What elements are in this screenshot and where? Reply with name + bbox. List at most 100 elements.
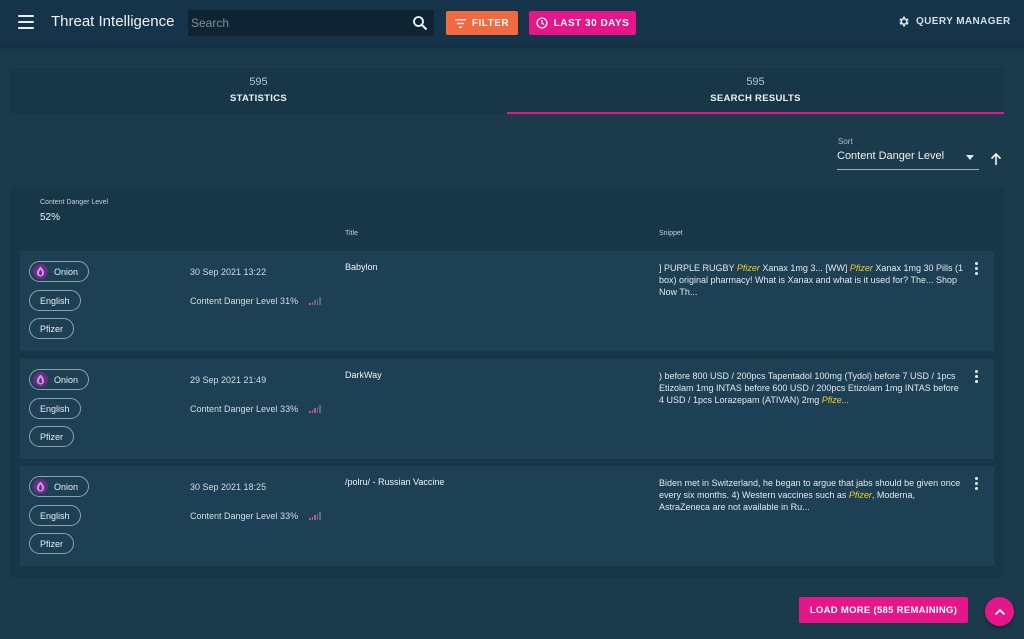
app-title: Threat Intelligence bbox=[51, 13, 175, 30]
onion-icon bbox=[33, 372, 48, 387]
onion-icon bbox=[33, 479, 48, 494]
search-input[interactable] bbox=[188, 10, 408, 36]
date-range-button[interactable]: LAST 30 DAYS bbox=[529, 11, 636, 35]
signal-bars-icon bbox=[309, 297, 321, 305]
result-row[interactable]: Onion English Pfizer 29 Sep 2021 21:49 C… bbox=[20, 359, 994, 459]
result-title[interactable]: /polru/ - Russian Vaccine bbox=[345, 477, 444, 487]
language-chip[interactable]: English bbox=[29, 505, 81, 526]
scroll-to-top-button[interactable] bbox=[985, 597, 1014, 626]
sort-value: Content Danger Level bbox=[837, 150, 945, 162]
snippet-text: ) before 800 USD / 200pcs Tapentadol 100… bbox=[659, 371, 959, 405]
menu-icon[interactable] bbox=[18, 15, 34, 29]
signal-bar bbox=[314, 515, 316, 520]
sort-select[interactable]: Content Danger Level bbox=[837, 150, 979, 170]
entity-label: Pfizer bbox=[40, 538, 64, 549]
onion-icon bbox=[33, 264, 48, 279]
query-manager-button[interactable]: QUERY MANAGER bbox=[897, 15, 1011, 28]
signal-bars-icon bbox=[309, 512, 321, 520]
result-title[interactable]: Babylon bbox=[345, 262, 378, 272]
language-chip[interactable]: English bbox=[29, 290, 81, 311]
clock-icon bbox=[536, 17, 548, 29]
result-row[interactable]: Onion English Pfizer 30 Sep 2021 13:22 C… bbox=[20, 251, 994, 351]
chevron-down-icon bbox=[966, 155, 974, 160]
signal-bar bbox=[311, 516, 314, 520]
results-panel: Content Danger Level 52% Title Snippet O… bbox=[10, 187, 1004, 578]
signal-bar bbox=[309, 303, 311, 305]
more-vert-icon[interactable] bbox=[975, 370, 979, 384]
danger-level: Content Danger Level 33% bbox=[190, 404, 321, 414]
source-chip[interactable]: Onion bbox=[29, 369, 90, 390]
arrow-up-icon[interactable] bbox=[989, 152, 1003, 166]
load-more-label: LOAD MORE (585 REMAINING) bbox=[809, 604, 958, 616]
filter-button[interactable]: FILTER bbox=[446, 11, 518, 35]
entity-chip[interactable]: Pfizer bbox=[29, 318, 75, 339]
search-term-highlight: Pfizer bbox=[848, 490, 872, 500]
signal-bars-icon bbox=[309, 405, 321, 413]
entity-label: Pfizer bbox=[40, 431, 64, 442]
filter-icon bbox=[454, 18, 466, 28]
result-snippet: Biden met in Switzerland, he began to ar… bbox=[659, 477, 964, 513]
column-header-snippet: Snippet bbox=[659, 230, 683, 237]
load-more-button[interactable]: LOAD MORE (585 REMAINING) bbox=[799, 597, 968, 623]
signal-bar bbox=[319, 297, 321, 305]
tab-count: 595 bbox=[249, 76, 268, 88]
signal-bar bbox=[319, 512, 321, 520]
danger-label: Content Danger Level 33% bbox=[190, 404, 299, 414]
search-term-highlight: Pfizer bbox=[736, 263, 760, 273]
query-manager-label: QUERY MANAGER bbox=[916, 16, 1011, 27]
sort-label: Sort bbox=[838, 137, 853, 146]
tab-search-results[interactable]: 595 SEARCH RESULTS bbox=[507, 68, 1004, 114]
column-header-title: Title bbox=[345, 230, 358, 237]
danger-label: Content Danger Level 33% bbox=[190, 511, 299, 521]
source-chip[interactable]: Onion bbox=[29, 261, 90, 282]
chevron-up-icon bbox=[994, 608, 1005, 615]
view-tabs: 595 STATISTICS 595 SEARCH RESULTS bbox=[10, 68, 1004, 114]
search-icon[interactable] bbox=[412, 15, 428, 31]
signal-bar bbox=[316, 298, 319, 305]
more-vert-icon[interactable] bbox=[975, 262, 979, 276]
gear-icon bbox=[899, 16, 909, 27]
search-box bbox=[188, 10, 434, 36]
signal-bar bbox=[311, 409, 314, 413]
tab-label: SEARCH RESULTS bbox=[710, 93, 801, 104]
danger-label: Content Danger Level 31% bbox=[190, 296, 299, 306]
danger-level: Content Danger Level 31% bbox=[190, 296, 321, 306]
entity-label: Pfizer bbox=[40, 323, 64, 334]
summary-heading: Content Danger Level bbox=[40, 199, 109, 206]
language-chip[interactable]: English bbox=[29, 398, 81, 419]
result-snippet: ] PURPLE RUGBY Pfizer Xanax 1mg 3... [WW… bbox=[659, 262, 964, 298]
tab-count: 595 bbox=[746, 76, 765, 88]
signal-bar bbox=[314, 408, 316, 413]
language-label: English bbox=[40, 403, 70, 414]
result-title[interactable]: DarkWay bbox=[345, 370, 382, 380]
source-label: Onion bbox=[54, 374, 79, 385]
summary-value: 52% bbox=[40, 212, 61, 223]
result-date: 29 Sep 2021 21:49 bbox=[190, 375, 267, 385]
result-row[interactable]: Onion English Pfizer 30 Sep 2021 18:25 C… bbox=[20, 466, 994, 566]
search-term-highlight: Pfize... bbox=[821, 395, 850, 405]
more-vert-icon[interactable] bbox=[975, 477, 979, 491]
snippet-text: ] PURPLE RUGBY bbox=[659, 263, 737, 273]
language-label: English bbox=[40, 295, 70, 306]
signal-bar bbox=[316, 513, 319, 520]
snippet-text: Xanax 1mg 3... [WW] bbox=[759, 263, 850, 273]
tab-statistics[interactable]: 595 STATISTICS bbox=[10, 68, 507, 114]
signal-bar bbox=[309, 518, 311, 520]
filter-label: FILTER bbox=[471, 17, 510, 29]
date-range-label: LAST 30 DAYS bbox=[553, 17, 630, 29]
source-label: Onion bbox=[54, 266, 79, 277]
source-label: Onion bbox=[54, 481, 79, 492]
signal-bar bbox=[309, 411, 311, 413]
top-app-bar: Threat Intelligence FILTER LAST 30 DAYS … bbox=[0, 0, 1024, 46]
result-date: 30 Sep 2021 13:22 bbox=[190, 267, 267, 277]
language-label: English bbox=[40, 510, 70, 521]
signal-bar bbox=[314, 300, 316, 305]
entity-chip[interactable]: Pfizer bbox=[29, 533, 75, 554]
entity-chip[interactable]: Pfizer bbox=[29, 426, 75, 447]
result-date: 30 Sep 2021 18:25 bbox=[190, 482, 267, 492]
snippet-text: Biden met in Switzerland, he began to ar… bbox=[659, 478, 961, 500]
search-term-highlight: Pfizer bbox=[849, 263, 873, 273]
signal-bar bbox=[311, 301, 314, 305]
result-snippet: ) before 800 USD / 200pcs Tapentadol 100… bbox=[659, 370, 964, 406]
source-chip[interactable]: Onion bbox=[29, 476, 90, 497]
